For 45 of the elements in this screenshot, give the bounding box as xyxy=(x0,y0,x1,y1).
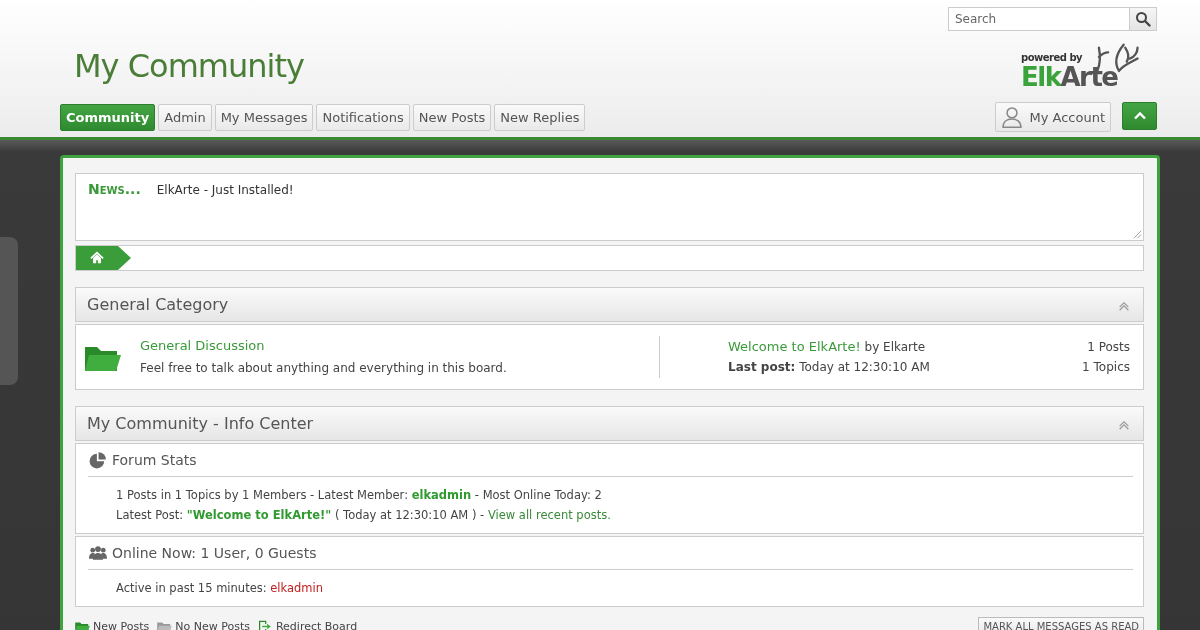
search-button[interactable] xyxy=(1129,7,1157,31)
mark-read-button[interactable]: MARK ALL MESSAGES AS READ xyxy=(978,617,1144,630)
home-button[interactable] xyxy=(76,246,131,270)
member-link[interactable]: elkadmin xyxy=(411,488,472,502)
board-link[interactable]: General Discussion xyxy=(140,338,507,353)
section-title: Online Now: 1 User, 0 Guests xyxy=(112,545,317,561)
legend-label: Redirect Board xyxy=(275,620,358,630)
nav-tab[interactable]: Admin xyxy=(158,103,212,131)
last-post-text: Last post: Today at 12:30:10 AM xyxy=(728,359,931,376)
search-icon xyxy=(1135,11,1151,27)
folder-icon xyxy=(157,620,173,630)
member-link[interactable]: elkadmin xyxy=(270,581,323,595)
pie-chart-icon xyxy=(88,451,108,469)
stats-text: 1 Posts in 1 Topics by 1 Members - Latest Member: elkadmin - Most Online Today: 2 xyxy=(115,487,603,504)
news-text: ElkArte - Just Installed! xyxy=(156,182,294,199)
news-label: News... xyxy=(88,181,141,199)
nav-tab[interactable]: New Replies xyxy=(494,103,586,131)
recent-posts-link[interactable]: View all recent posts. xyxy=(487,508,611,522)
topic-link[interactable]: Welcome to ElkArte! xyxy=(728,339,861,354)
category-title: General Category xyxy=(87,295,229,314)
author-text: by Elkarte xyxy=(864,340,926,354)
account-button[interactable]: My Account xyxy=(995,102,1111,132)
resize-grip-icon xyxy=(1133,230,1142,239)
stats-text: Latest Post: "Welcome to ElkArte!" ( Today at 12:30:10 AM ) - View all recent posts. xyxy=(115,507,612,524)
collapse-button[interactable] xyxy=(1122,102,1157,130)
site-title: My Community xyxy=(74,47,304,85)
stats-text: Active in past 15 minutes: elkadmin xyxy=(115,580,324,597)
topics-count: 1 Topics xyxy=(1082,359,1130,376)
legend-label: No New Posts xyxy=(175,620,250,630)
home-icon xyxy=(90,251,104,265)
logo-tagline: powered by xyxy=(1021,52,1083,63)
topic-link[interactable]: "Welcome to ElkArte!" xyxy=(186,508,332,522)
info-center-title: My Community - Info Center xyxy=(87,414,314,433)
posts-count: 1 Posts xyxy=(1086,339,1130,356)
nav-tab[interactable]: Community xyxy=(60,103,156,131)
user-icon xyxy=(1001,106,1024,128)
nav-tab[interactable]: Notifications xyxy=(316,103,410,131)
search-field[interactable]: Search xyxy=(948,7,1129,31)
logo-wordmark: ElkArte xyxy=(1021,62,1118,92)
section-title: Forum Stats xyxy=(112,452,197,468)
nav-tab[interactable]: My Messages xyxy=(214,103,314,131)
legend-label: New Posts xyxy=(93,620,150,630)
nav-tab[interactable]: New Posts xyxy=(412,103,492,131)
board-description: Feel free to talk about anything and everything in this board. xyxy=(140,361,507,375)
users-icon xyxy=(88,544,108,562)
